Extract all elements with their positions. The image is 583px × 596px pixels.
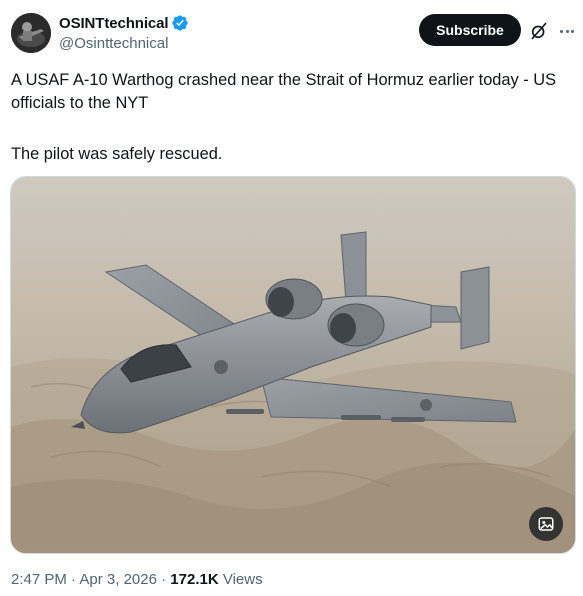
tweet-header: OSINTtechnical @Osinttechnical Subscribe — [11, 13, 577, 55]
tweet-media[interactable] — [10, 176, 576, 554]
views-label: Views — [222, 571, 263, 588]
tweet-meta: 2:47 PM · Apr 3, 2026 · 172.1K Views — [11, 571, 263, 588]
author-handle[interactable]: @Osinttechnical — [59, 35, 189, 52]
image-edit-button[interactable] — [529, 507, 563, 541]
tweet-time[interactable]: 2:47 PM — [11, 571, 67, 588]
aircraft-photo — [11, 177, 575, 553]
meta-separator: · — [71, 571, 77, 588]
author-display-name[interactable]: OSINTtechnical — [59, 15, 169, 32]
subscribe-button[interactable]: Subscribe — [419, 14, 521, 46]
verified-badge-icon — [172, 15, 189, 31]
avatar[interactable] — [11, 13, 51, 53]
avatar-image — [11, 13, 51, 53]
photo-icon — [538, 517, 554, 531]
tweet-text: A USAF A-10 Warthog crashed near the Str… — [11, 69, 573, 166]
grok-icon[interactable] — [529, 21, 549, 41]
tweet-text-line-2: The pilot was safely rescued. — [11, 145, 223, 163]
tweet-date[interactable]: Apr 3, 2026 — [79, 571, 157, 588]
views-count: 172.1K — [170, 571, 219, 588]
tweet-text-line-1: A USAF A-10 Warthog crashed near the Str… — [11, 71, 557, 112]
more-icon[interactable] — [557, 21, 577, 41]
meta-separator: · — [161, 571, 167, 588]
